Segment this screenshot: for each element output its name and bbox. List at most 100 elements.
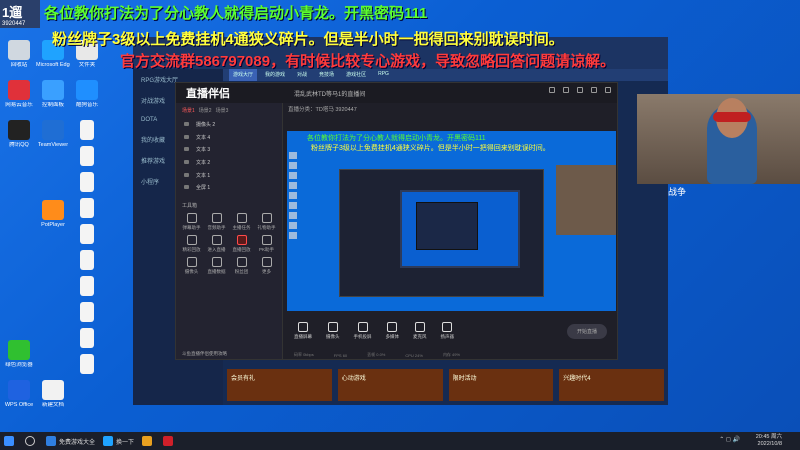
tool-label: 音频助手: [207, 225, 226, 231]
taskbar-app[interactable]: [138, 434, 159, 448]
source-icon: [442, 322, 453, 332]
taskbar-app[interactable]: [159, 434, 180, 448]
desktop-icon-label: 腾讯QQ: [9, 142, 29, 148]
source-item[interactable]: 摄像头 2: [176, 118, 282, 131]
source-add-button[interactable]: 扬声器: [441, 322, 454, 340]
tool-button[interactable]: 直播数据: [205, 257, 228, 275]
zb-status-bar: 码率 0kbps FPS 60 丢帧 0.0% CPU 24% 内存 49%: [284, 351, 617, 359]
tool-button[interactable]: 礼物助手: [255, 213, 278, 231]
source-item[interactable]: 全屏 1: [176, 181, 282, 194]
source-icon: [414, 322, 425, 332]
scene-tabs: 场景1 场景2 场景3: [176, 103, 282, 118]
game-card[interactable]: 会员有礼: [227, 369, 332, 401]
file-icon[interactable]: [70, 224, 104, 244]
file-icon[interactable]: [70, 250, 104, 270]
desktop-icon[interactable]: 网易云音乐: [2, 80, 36, 108]
tool-icon: [236, 213, 247, 224]
tool-label: 弹幕助手: [182, 225, 201, 231]
toolbox-title: 工具箱: [182, 203, 198, 210]
desktop-icon[interactable]: 绿色浏览器: [2, 340, 36, 368]
tool-button[interactable]: PK助手: [255, 235, 278, 253]
system-tray[interactable]: ⌃ ◻ 🔊: [719, 436, 740, 443]
taskbar-app[interactable]: 免费游戏大全: [42, 434, 99, 448]
search-icon: [25, 436, 35, 446]
tab-scene-2[interactable]: 场景2: [199, 107, 212, 114]
file-icon[interactable]: [70, 172, 104, 192]
tool-button[interactable]: 进入直播: [205, 235, 228, 253]
notification-icon[interactable]: [563, 87, 569, 93]
file-icon[interactable]: [70, 120, 104, 140]
source-item[interactable]: 文本 4: [176, 131, 282, 144]
tool-button[interactable]: 弹幕助手: [180, 213, 203, 231]
source-add-button[interactable]: 摄像头: [326, 322, 340, 340]
file-icon[interactable]: [70, 198, 104, 218]
zb-guide-link[interactable]: 斗鱼直播伴侣使用攻略: [176, 349, 283, 359]
tool-icon: [186, 235, 197, 246]
desktop-icon[interactable]: 回收站: [2, 40, 36, 68]
source-add-button[interactable]: 麦克风: [413, 322, 427, 340]
desktop-icon[interactable]: PotPlayer: [36, 200, 70, 228]
tool-button[interactable]: 精彩回放: [180, 235, 203, 253]
game-card[interactable]: 兴趣时代4: [559, 369, 664, 401]
tool-label: 直播回放: [232, 247, 251, 253]
tool-button[interactable]: 摄像头: [180, 257, 203, 275]
source-icon: [387, 322, 398, 332]
taskbar: 免费游戏大全 换一下 ⌃ ◻ 🔊 20:45 周六 2022/10/8: [0, 432, 800, 450]
source-label: 摄像头: [326, 334, 340, 339]
tab-scene-1[interactable]: 场景1: [182, 107, 195, 114]
source-icon: [298, 322, 308, 332]
preview-overlay-line2: 粉丝牌子3级以上免费挂机4通狭义碎片。但是半小时一把得回来别耽误时间。: [311, 145, 550, 152]
file-icon[interactable]: [70, 276, 104, 296]
app-icon: [8, 340, 30, 360]
tool-button[interactable]: 主播任务: [230, 213, 253, 231]
close-icon[interactable]: [605, 87, 611, 93]
source-item[interactable]: 文本 1: [176, 169, 282, 182]
tool-icon: [186, 213, 197, 224]
desktop-icon[interactable]: WPS Office: [2, 380, 36, 408]
tool-icon: [236, 235, 247, 246]
source-item[interactable]: 文本 3: [176, 143, 282, 156]
stream-assistant-window: 直播伴侣 混乱武林TD等马1的直播间 场景1 场景2 场景3 摄像头 2 文本 …: [175, 82, 618, 360]
desktop-icon[interactable]: 腾讯QQ: [2, 120, 36, 148]
desktop-icon-label: PotPlayer: [41, 222, 65, 228]
desktop-icon[interactable]: 酷狗音乐: [70, 80, 104, 108]
tool-button[interactable]: 更多: [255, 257, 278, 275]
status-item: CPU 24%: [405, 352, 423, 358]
tab-scene-3[interactable]: 场景3: [216, 107, 229, 114]
maximize-icon[interactable]: [591, 87, 597, 93]
settings-icon[interactable]: [549, 87, 555, 93]
file-icon[interactable]: [70, 146, 104, 166]
app-icon: [142, 436, 153, 446]
status-item: FPS 60: [333, 352, 348, 358]
desktop-icon[interactable]: 新建文档: [36, 380, 70, 408]
game-card[interactable]: 心动游戏: [337, 369, 443, 401]
tool-label: 摄像头: [184, 269, 199, 275]
start-stream-button[interactable]: 开始直播: [566, 323, 607, 339]
file-icon[interactable]: [70, 302, 104, 322]
toolbox-grid: 弹幕助手 音频助手 主播任务 礼物助手精彩回放 进入直播 直播回放 PK助手摄像头 直播数据 粉…: [176, 213, 282, 275]
tool-button[interactable]: 粉丝团: [230, 257, 253, 275]
desktop-icon[interactable]: 控制面板: [36, 80, 70, 108]
game-card[interactable]: 限时活动: [448, 369, 554, 401]
desktop-icon-label: 绿色浏览器: [5, 362, 33, 368]
search-button[interactable]: [21, 434, 42, 448]
source-add-button[interactable]: 直播屏幕: [294, 322, 312, 340]
tool-button[interactable]: 音频助手: [205, 213, 228, 231]
source-item[interactable]: 文本 2: [176, 156, 282, 169]
clock[interactable]: 20:45 周六 2022/10/8: [756, 434, 782, 448]
source-label: 麦克风: [413, 334, 427, 339]
desktop-icon-label: 酷狗音乐: [75, 102, 98, 108]
source-add-button[interactable]: 手机投屏: [354, 322, 372, 340]
zb-window-controls: [549, 87, 611, 93]
desktop-icon[interactable]: TeamViewer: [36, 120, 70, 148]
status-item: 内存 49%: [442, 352, 461, 357]
minimize-icon[interactable]: [577, 87, 583, 93]
file-icon[interactable]: [70, 328, 104, 348]
source-icon: [357, 322, 368, 332]
desktop-icon-label: 回收站: [10, 62, 28, 68]
taskbar-app[interactable]: 换一下: [99, 434, 138, 448]
source-add-button[interactable]: 多媒体: [386, 322, 399, 340]
start-button[interactable]: [0, 434, 21, 448]
tool-button[interactable]: 直播回放: [230, 235, 253, 253]
file-icon[interactable]: [70, 354, 104, 374]
